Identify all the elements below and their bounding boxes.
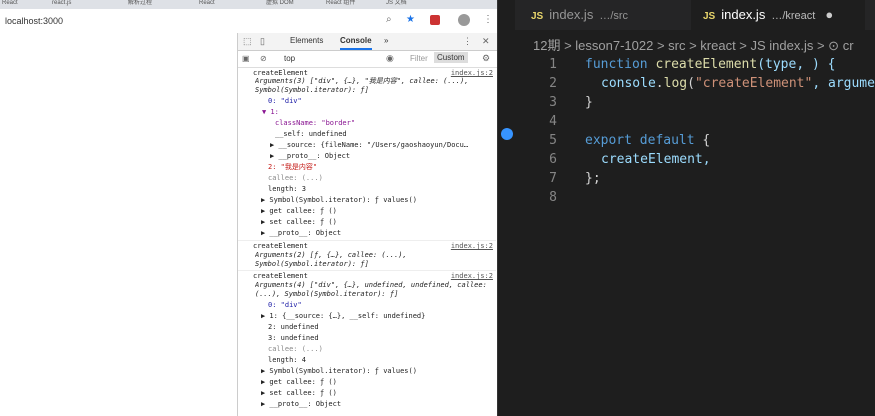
address-bar [0,9,497,34]
url-field[interactable]: localhost:3000 [5,16,63,26]
console-entry[interactable]: ▶ get callee: ƒ () [261,206,497,217]
console-entry[interactable]: ▶ set callee: ƒ () [261,217,497,228]
line-number: 5 [549,133,557,148]
editor-tab-active[interactable]: JS index.js …/kreact ● [691,0,865,30]
console-entry: length: 4 [268,356,306,364]
console-toolbar: ▣ ⊘ top ◉ Filter Custom ⚙ [238,51,497,68]
console-entry: 0: "div" [268,97,302,105]
line-number: 7 [549,171,557,186]
context-select[interactable]: top [284,54,295,63]
devtools-panel: ⬚ ▯ Elements Console » ⋮ ✕ ▣ ⊘ top ◉ Fil… [237,33,497,416]
tab-elements[interactable]: Elements [290,36,323,45]
console-entry[interactable]: ▶ set callee: ƒ () [261,388,497,399]
page-viewport [0,33,237,416]
console-output: createElement index.js:2 Arguments(3) ["d… [238,68,497,416]
js-file-icon: JS [531,11,544,22]
console-entry[interactable]: ▶ Symbol(Symbol.iterator): ƒ values() [261,195,497,206]
console-entry[interactable]: callee: (...) [268,344,497,355]
editor-tabs: JS index.js …/src JS index.js …/kreact ● [515,0,875,30]
browser-window: React react.js 解析过程 React 虚拟 DOM React 组… [0,0,497,416]
line-number: 8 [549,190,557,205]
line-number: 3 [549,95,557,110]
browser-tab[interactable]: React [199,0,229,9]
code-line-7[interactable]: }; [585,169,601,188]
tab-more[interactable]: » [384,36,388,45]
console-entry[interactable]: ▶ __proto__: Object [270,151,497,162]
browser-tab[interactable]: React [2,0,32,9]
console-entry[interactable]: ▼ 1: [262,107,497,118]
bookmark-star-icon[interactable]: ★ [406,14,415,26]
code-line-5[interactable]: export default { [585,131,710,150]
line-number: 4 [549,114,557,129]
console-entry[interactable]: ▶ 1: {__source: {…}, __self: undefined} [261,311,497,322]
clock-icon[interactable] [501,128,513,140]
activity-edge [497,0,516,416]
console-entry[interactable]: callee: (...) [268,173,497,184]
breadcrumb[interactable]: 12期 > lesson7-1022 > src > kreact > JS i… [533,35,854,54]
code-line-2[interactable]: console.log("createElement", argumen [601,74,875,93]
line-number: 2 [549,76,557,91]
arguments-summary[interactable]: Arguments(3) ["div", {…}, "我是内容", callee… [255,77,493,95]
sidebar-toggle-icon[interactable]: ▣ [242,53,250,65]
extension-icon[interactable] [430,15,440,25]
unsaved-dot-icon[interactable]: ● [825,7,833,22]
log-levels-select[interactable]: Custom [434,52,468,63]
console-entry[interactable]: ▶ get callee: ƒ () [261,377,497,388]
close-icon[interactable]: ✕ [482,35,490,47]
console-entry: __self: undefined [275,130,347,138]
console-entry: className: "border" [275,119,356,127]
line-number: 1 [549,57,557,72]
console-entry[interactable]: ▶ __source: {fileName: "/Users/gaoshaoyu… [270,140,497,151]
browser-tab[interactable]: react.js [52,0,92,9]
js-file-icon: JS [703,11,716,22]
console-entry[interactable]: ▶ Symbol(Symbol.iterator): ƒ values() [261,366,497,377]
device-toggle-icon[interactable]: ▯ [260,35,265,47]
arguments-summary[interactable]: Arguments(4) ["div", {…}, undefined, und… [255,281,493,299]
devtools-toolbar: ⬚ ▯ Elements Console » ⋮ ✕ [238,33,497,51]
inspect-icon[interactable]: ⬚ [243,35,252,47]
line-number: 6 [549,152,557,167]
browser-tab[interactable]: 虚拟 DOM [266,0,296,9]
filter-input[interactable]: Filter [410,54,428,63]
browser-tab[interactable]: 解析过程 [128,0,158,9]
browser-menu-icon[interactable]: ⋮ [483,14,493,26]
console-entry: 2: undefined [268,323,319,331]
browser-tab[interactable]: JS 文档 [386,0,416,9]
tab-console[interactable]: Console [340,36,372,50]
arguments-summary[interactable]: Arguments(2) [ƒ, {…}, callee: (...), Sym… [255,251,493,269]
code-line-3[interactable]: } [585,93,593,112]
console-entry[interactable]: ▶ __proto__: Object [261,228,497,239]
editor-tab[interactable]: JS index.js …/src [531,0,628,30]
code-line-1[interactable]: function createElement(type, ) { [585,55,835,74]
zoom-icon[interactable]: ⌕ [386,14,392,26]
clear-console-icon[interactable]: ⊘ [260,53,267,65]
code-line-6[interactable]: createElement, [601,150,711,169]
browser-tab-strip: React react.js 解析过程 React 虚拟 DOM React 组… [0,0,497,9]
devtools-menu-icon[interactable]: ⋮ [463,35,472,47]
console-entry: length: 3 [268,185,306,193]
eye-icon[interactable]: ◉ [386,52,394,64]
console-entry[interactable]: ▶ __proto__: Object [261,399,497,410]
avatar[interactable] [458,14,470,26]
console-entry: 2: "我是内容" [268,163,318,171]
console-entry: 3: undefined [268,334,319,342]
browser-tab[interactable]: React 组件 [326,0,356,9]
console-entry: 0: "div" [268,301,302,309]
code-editor: JS index.js …/src JS index.js …/kreact ● 12期 … [515,0,875,416]
gear-icon[interactable]: ⚙ [482,52,490,64]
